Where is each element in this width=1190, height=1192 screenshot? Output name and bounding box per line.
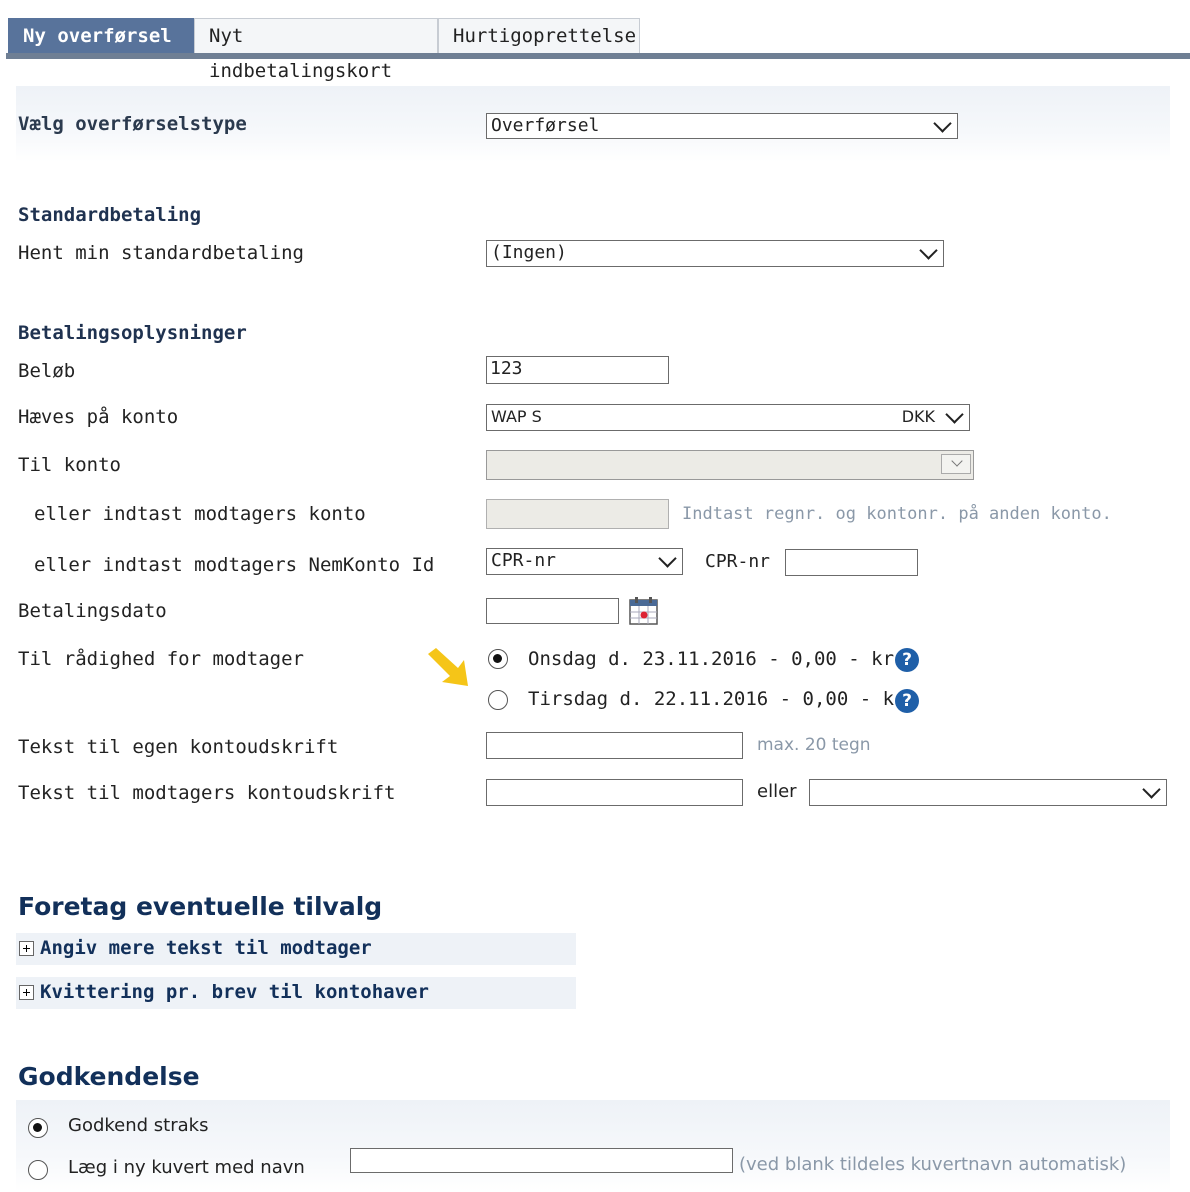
arrow-annotation-icon: [428, 648, 468, 686]
standard-heading: Standardbetaling: [18, 204, 202, 226]
chevron-down-icon: [945, 405, 964, 424]
payment-date-label: Betalingsdato: [18, 600, 167, 622]
to-account-select[interactable]: [486, 450, 974, 480]
approve-now-label: Godkend straks: [68, 1115, 209, 1136]
envelope-name-input[interactable]: [350, 1148, 733, 1173]
new-envelope-radio[interactable]: [28, 1160, 48, 1180]
own-text-hint: max. 20 tegn: [757, 735, 871, 755]
standard-label: Hent min standardbetaling: [18, 242, 304, 264]
standard-select[interactable]: (Ingen): [486, 240, 944, 267]
available-option-1-label: Onsdag d. 23.11.2016 - 0,00 - kr.: [528, 648, 906, 670]
chevron-down-icon: [658, 549, 677, 568]
receipt-expander[interactable]: Kvittering pr. brev til kontohaver: [16, 977, 576, 1009]
available-option-2-radio[interactable]: [488, 690, 508, 710]
recipient-text-input[interactable]: [486, 779, 743, 806]
cpr-input[interactable]: [785, 549, 918, 576]
receipt-label: Kvittering pr. brev til kontohaver: [40, 981, 429, 1003]
expand-plus-icon: [19, 985, 34, 1000]
standard-value: (Ingen): [491, 242, 567, 263]
approval-heading: Godkendelse: [18, 1062, 200, 1091]
available-option-1-radio[interactable]: [488, 649, 508, 669]
transfer-type-value: Overførsel: [491, 115, 600, 136]
debit-currency: DKK: [901, 407, 935, 426]
enter-account-label: eller indtast modtagers konto: [34, 503, 366, 525]
amount-label: Beløb: [18, 360, 76, 382]
approve-now-radio[interactable]: [28, 1118, 48, 1138]
tab-hurtigoprettelse[interactable]: Hurtigoprettelse: [438, 18, 640, 53]
chevron-down-icon: [1142, 780, 1161, 799]
available-option-2-label: Tirsdag d. 22.11.2016 - 0,00 - kr.: [528, 688, 917, 710]
to-account-label: Til konto: [18, 454, 121, 476]
own-text-label: Tekst til egen kontoudskrift: [18, 736, 339, 758]
recipient-text-label: Tekst til modtagers kontoudskrift: [18, 782, 396, 804]
tab-underline: [6, 53, 1190, 59]
nemkonto-type-value: CPR-nr: [491, 550, 557, 571]
own-text-input[interactable]: [486, 732, 743, 759]
calendar-icon[interactable]: [628, 596, 660, 626]
or-label: eller: [757, 781, 797, 802]
help-icon[interactable]: ?: [895, 648, 919, 672]
debit-account-select[interactable]: WAP S DKK: [486, 404, 970, 431]
chevron-down-icon: [941, 454, 971, 474]
tab-nyt-indbetalingskort[interactable]: Nyt indbetalingskort: [194, 18, 438, 82]
cpr-label: CPR-nr: [705, 551, 771, 572]
chevron-down-icon: [919, 241, 938, 260]
nemkonto-type-select[interactable]: CPR-nr: [486, 548, 683, 575]
amount-input[interactable]: 123: [486, 356, 669, 384]
recipient-text-select[interactable]: [809, 779, 1167, 806]
approval-band: [16, 1100, 1170, 1192]
transfer-type-select[interactable]: Overførsel: [486, 113, 958, 139]
recipient-account-input[interactable]: [486, 499, 669, 529]
payment-date-input[interactable]: [486, 598, 619, 624]
chevron-down-icon: [933, 114, 952, 133]
enter-account-hint: Indtast regnr. og kontonr. på anden kont…: [682, 504, 1112, 524]
new-envelope-label: Læg i ny kuvert med navn: [68, 1157, 305, 1178]
available-label: Til rådighed for modtager: [18, 648, 304, 670]
debit-account-label: Hæves på konto: [18, 406, 179, 428]
debit-account-value: WAP S: [491, 407, 542, 426]
more-text-label: Angiv mere tekst til modtager: [40, 937, 372, 959]
transfer-type-label: Vælg overførselstype: [18, 113, 247, 135]
expand-plus-icon: [19, 941, 34, 956]
more-text-expander[interactable]: Angiv mere tekst til modtager: [16, 933, 576, 965]
nemkonto-label: eller indtast modtagers NemKonto Id: [34, 554, 435, 576]
envelope-hint: (ved blank tildeles kuvertnavn automatis…: [739, 1154, 1127, 1175]
options-heading: Foretag eventuelle tilvalg: [18, 892, 383, 921]
payment-heading: Betalingsoplysninger: [18, 322, 247, 344]
help-icon[interactable]: ?: [895, 689, 919, 713]
tab-ny-overforsel[interactable]: Ny overførsel: [8, 18, 194, 53]
